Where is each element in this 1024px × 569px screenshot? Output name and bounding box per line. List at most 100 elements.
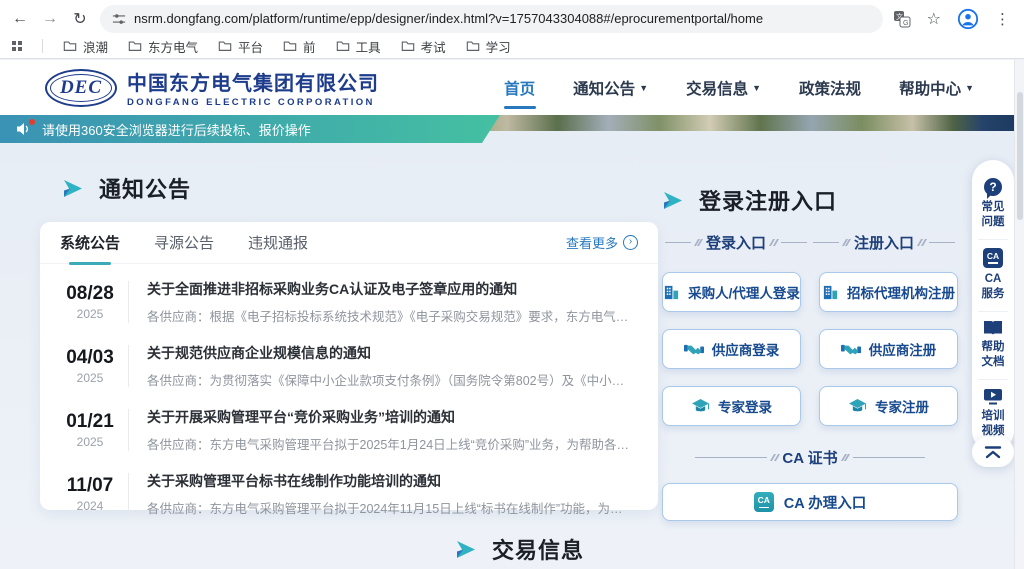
caret-down-icon: ▼ <box>965 83 974 93</box>
graduation-cap-icon <box>691 398 710 414</box>
notice-row[interactable]: 08/28 2025 关于全面推进非招标采购业务CA认证及电子签章应用的通知 各… <box>52 270 634 334</box>
bookmarks-divider <box>42 39 43 53</box>
handshake-icon <box>684 342 704 356</box>
site-settings-icon[interactable] <box>112 12 126 26</box>
expert-register-button[interactable]: 专家注册 <box>819 386 958 426</box>
notice-title: 关于全面推进非招标采购业务CA认证及电子签章应用的通知 <box>147 279 634 299</box>
notice-year: 2025 <box>52 307 128 321</box>
nav-trade-info[interactable]: 交易信息▼ <box>686 77 761 99</box>
notice-date: 11/07 <box>52 475 128 497</box>
question-bubble-icon: ? <box>984 178 1002 196</box>
notice-year: 2024 <box>52 499 128 513</box>
sidebar-item-faq[interactable]: ? 常见问题 <box>978 170 1008 240</box>
trade-section-title: 交易信息 <box>492 533 584 565</box>
notice-row[interactable]: 01/21 2025 关于开展采购管理平台“竞价采购业务”培训的通知 各供应商：… <box>52 398 634 462</box>
page-scrollbar[interactable] <box>1014 60 1024 569</box>
view-more-label: 查看更多 <box>566 233 618 252</box>
register-entry-header: 注册入口 <box>810 232 958 253</box>
buyer-agent-login-button[interactable]: 采购人/代理人登录 <box>662 272 801 312</box>
video-icon <box>983 388 1003 405</box>
folder-icon <box>218 40 232 52</box>
bid-agency-register-button[interactable]: 招标代理机构注册 <box>819 272 958 312</box>
speaker-icon <box>16 122 32 136</box>
alert-dot <box>29 119 35 125</box>
login-entry-header: 登录入口 <box>662 232 810 253</box>
notice-row[interactable]: 11/07 2024 关于采购管理平台标书在线制作功能培训的通知 各供应商：东方… <box>52 462 634 526</box>
ca-apply-button[interactable]: CA CA 办理入口 <box>662 483 958 521</box>
profile-avatar-icon[interactable] <box>957 8 979 30</box>
notice-ticker: 请使用360安全浏览器进行后续投标、报价操作 <box>0 115 500 143</box>
bookmark-label: 浪潮 <box>83 37 108 56</box>
ca-service-icon: CA <box>983 248 1003 268</box>
notice-date: 01/21 <box>52 411 128 433</box>
back-to-top-button[interactable] <box>972 437 1014 467</box>
menu-kebab-icon[interactable]: ⋮ <box>995 10 1010 28</box>
notice-row[interactable]: 04/03 2025 关于规范供应商企业规模信息的通知 各供应商：为贯彻落实《保… <box>52 334 634 398</box>
notice-list: 08/28 2025 关于全面推进非招标采购业务CA认证及电子签章应用的通知 各… <box>40 264 658 526</box>
folder-icon <box>466 40 480 52</box>
back-icon[interactable]: ← <box>10 10 30 28</box>
expert-login-button[interactable]: 专家登录 <box>662 386 801 426</box>
tab-sourcing-notices[interactable]: 寻源公告 <box>154 222 214 264</box>
bookmark-folder[interactable]: 学习 <box>466 37 511 56</box>
bookmark-folder[interactable]: 东方电气 <box>128 37 198 56</box>
ca-cert-header: CA 证书 <box>662 447 958 468</box>
apps-grid-icon[interactable] <box>12 41 22 51</box>
url-bar[interactable]: nsrm.dongfang.com/platform/runtime/epp/d… <box>100 5 883 33</box>
main-content: 通知公告 系统公告 寻源公告 违规通报 查看更多 › 08/28 2025 关于… <box>0 131 1014 569</box>
company-logo[interactable]: DEC 中国东方电气集团有限公司 DONGFANG ELECTRIC CORPO… <box>45 67 379 108</box>
sidebar-item-help-docs[interactable]: 帮助文档 <box>978 312 1008 380</box>
notice-date: 04/03 <box>52 347 128 369</box>
scrollbar-thumb[interactable] <box>1017 92 1023 220</box>
sidebar-item-ca-service[interactable]: CA CA服务 <box>978 240 1008 312</box>
login-section-title: 登录注册入口 <box>699 184 837 216</box>
bookmark-label: 考试 <box>421 37 446 56</box>
dec-logo-text: DEC <box>50 74 112 102</box>
bookmark-folder[interactable]: 工具 <box>336 37 381 56</box>
ca-badge-icon: CA <box>754 492 774 512</box>
notice-summary: 各供应商：根据《电子招标投标系统技术规范》《电子采购交易规范》要求，东方电气采购… <box>147 306 634 325</box>
bookmarks-bar: 浪潮 东方电气 平台 前 工具 考试 学习 <box>0 34 1024 58</box>
book-icon <box>983 320 1003 336</box>
supplier-register-button[interactable]: 供应商注册 <box>819 329 958 369</box>
forward-icon[interactable]: → <box>40 10 60 28</box>
caret-down-icon: ▼ <box>752 83 761 93</box>
nav-notices[interactable]: 通知公告▼ <box>573 77 648 99</box>
nav-home[interactable]: 首页 <box>504 77 535 99</box>
building-icon <box>822 284 839 301</box>
view-more-link[interactable]: 查看更多 › <box>566 233 638 252</box>
bookmark-folder[interactable]: 浪潮 <box>63 37 108 56</box>
folder-icon <box>63 40 77 52</box>
handshake-icon <box>841 342 861 356</box>
nav-help-center[interactable]: 帮助中心▼ <box>899 77 974 99</box>
folder-icon <box>401 40 415 52</box>
notices-tabs: 系统公告 寻源公告 违规通报 查看更多 › <box>40 222 658 264</box>
folder-icon <box>336 40 350 52</box>
tab-violation-reports[interactable]: 违规通报 <box>248 222 308 264</box>
nav-policies[interactable]: 政策法规 <box>799 77 861 99</box>
back-to-top-icon <box>984 446 1002 459</box>
tab-system-notices[interactable]: 系统公告 <box>60 222 120 264</box>
notice-summary: 各供应商：东方电气采购管理平台拟于2025年1月24日上线“竞价采购”业务，为帮… <box>147 434 634 453</box>
notice-year: 2025 <box>52 435 128 449</box>
login-panel: 登录入口 注册入口 采购人/代理人登录 <box>662 222 958 521</box>
bookmark-folder[interactable]: 平台 <box>218 37 263 56</box>
browser-toolbar: ← → ↻ nsrm.dongfang.com/platform/runtime… <box>0 0 1024 34</box>
bookmark-folder[interactable]: 前 <box>283 37 316 56</box>
company-name-en: DONGFANG ELECTRIC CORPORATION <box>127 97 379 108</box>
reload-icon[interactable]: ↻ <box>70 9 90 29</box>
divider <box>128 409 129 451</box>
bookmark-star-icon[interactable]: ☆ <box>927 9 941 29</box>
ticker-text: 请使用360安全浏览器进行后续投标、报价操作 <box>42 120 311 139</box>
bookmark-label: 平台 <box>238 37 263 56</box>
section-arrow-icon <box>455 540 477 559</box>
translate-icon[interactable]: 文 G <box>893 10 911 28</box>
bookmark-label: 前 <box>303 37 316 56</box>
supplier-login-button[interactable]: 供应商登录 <box>662 329 801 369</box>
bookmark-folder[interactable]: 考试 <box>401 37 446 56</box>
notice-title: 关于规范供应商企业规模信息的通知 <box>147 343 634 363</box>
folder-icon <box>128 40 142 52</box>
chevron-right-circle-icon: › <box>623 235 638 250</box>
building-icon <box>663 284 680 301</box>
notices-section-heading: 通知公告 <box>62 172 191 204</box>
